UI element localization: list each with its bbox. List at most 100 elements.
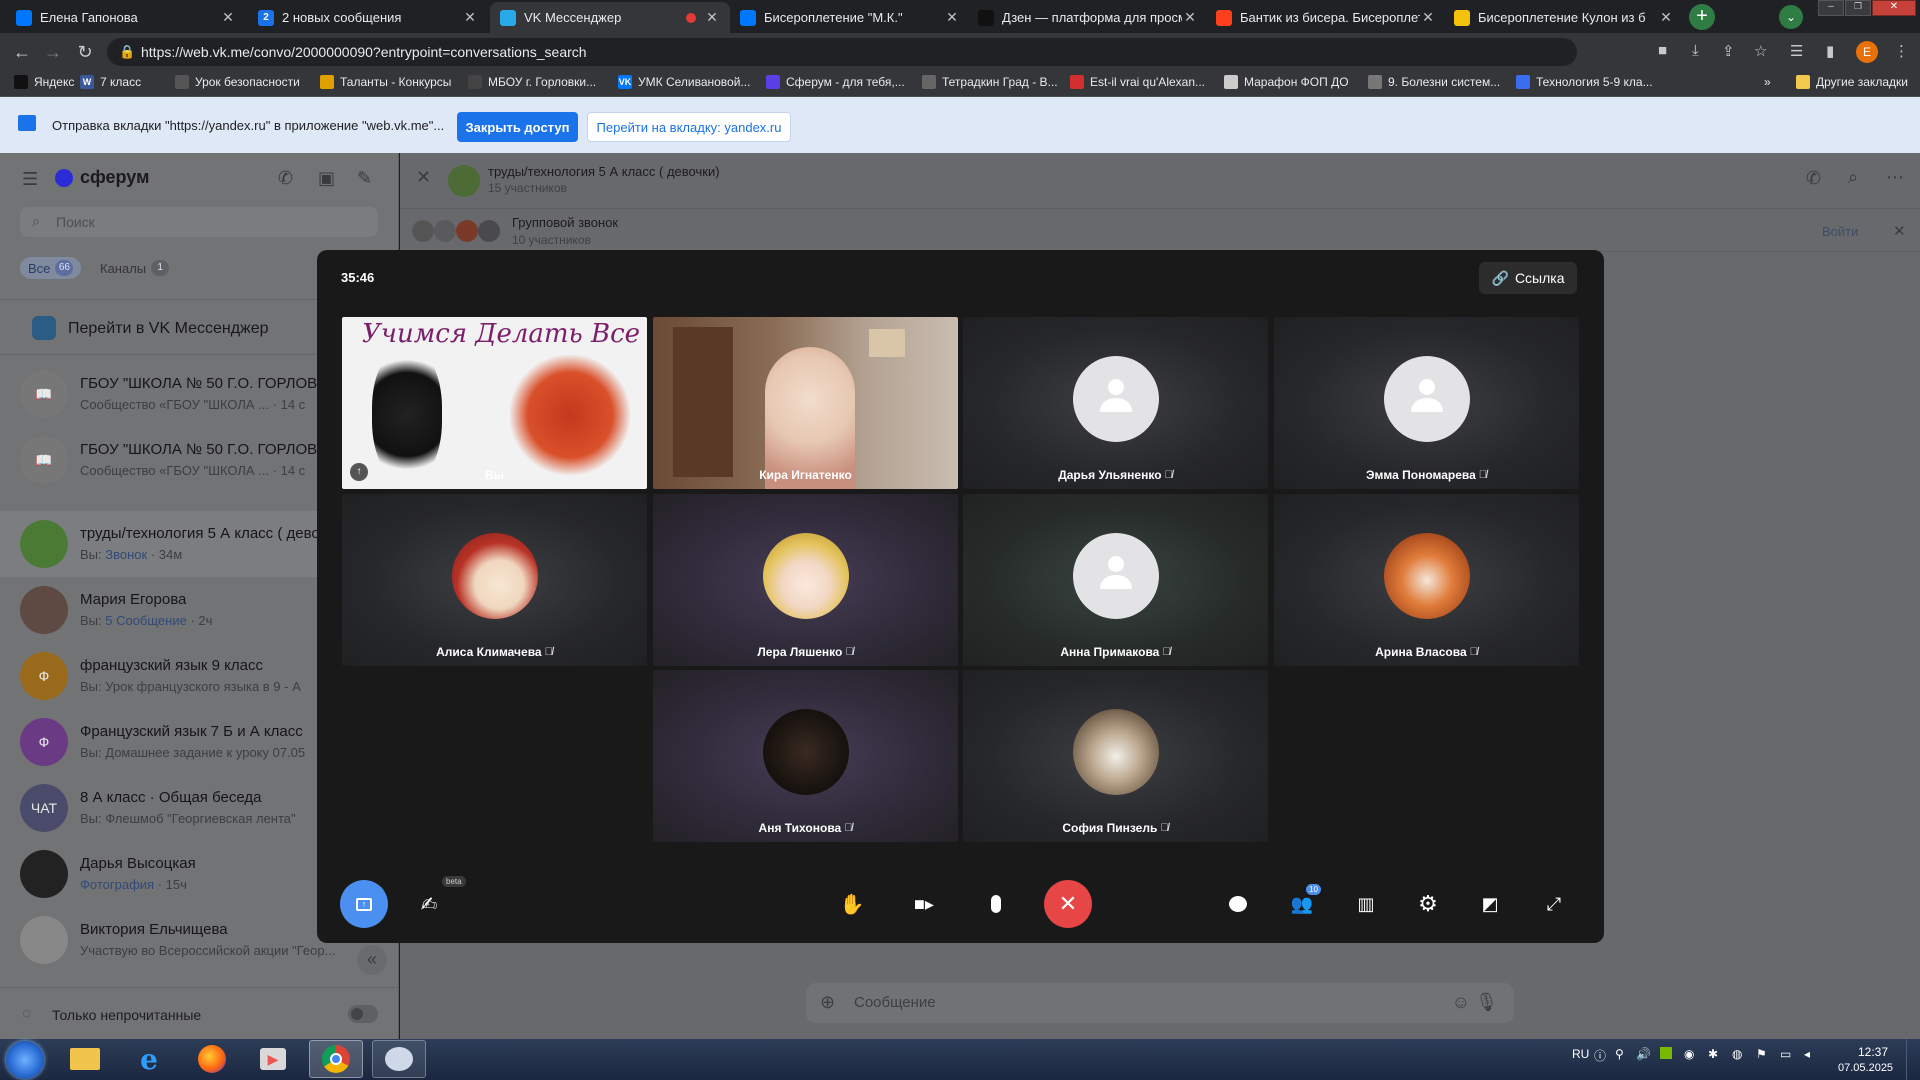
close-window-button[interactable]: ✕ <box>1872 0 1916 16</box>
install-icon[interactable]: ⤓ <box>1692 42 1699 59</box>
camera-toggle-button[interactable]: ■▸ <box>900 880 948 928</box>
new-tab-button[interactable]: + <box>1689 4 1715 30</box>
participant-tile[interactable]: Анна Примакова 🎙̸ <box>963 494 1268 666</box>
volume-tray-icon[interactable]: 🔊 <box>1636 1047 1651 1061</box>
show-desktop-button[interactable] <box>1906 1039 1920 1080</box>
participant-tile[interactable]: Эмма Пономарева 🎙̸ <box>1274 317 1579 489</box>
participant-tile[interactable]: Кира Игнатенко <box>653 317 958 489</box>
display-tray-icon[interactable]: ▭ <box>1780 1047 1791 1061</box>
participant-tile[interactable]: Аня Тихонова 🎙̸ <box>653 670 958 842</box>
settings-button[interactable]: ⚙ <box>1404 880 1452 928</box>
bookmark-star-icon[interactable]: ☆ <box>1754 42 1767 60</box>
profile-avatar[interactable]: E <box>1856 41 1878 63</box>
close-tab-icon[interactable]: ✕ <box>1420 9 1436 26</box>
clock-time[interactable]: 12:37 <box>1858 1045 1888 1059</box>
call-icon[interactable]: ✆ <box>278 168 293 189</box>
chrome-taskbar-icon[interactable] <box>309 1040 363 1078</box>
maximize-button[interactable]: ❐ <box>1845 0 1871 16</box>
bookmark-item[interactable]: 9. Болезни систем... <box>1368 75 1500 89</box>
minimize-call-button[interactable]: ◩ <box>1466 880 1514 928</box>
chat-button[interactable] <box>1214 880 1262 928</box>
participant-tile[interactable]: Дарья Ульяненко 🎙̸ <box>963 317 1268 489</box>
chrome-tray-icon[interactable]: ◉ <box>1684 1047 1694 1061</box>
join-call-button[interactable]: Войти <box>1822 224 1858 239</box>
collapse-sidebar-button[interactable]: « <box>357 945 387 975</box>
participant-tile[interactable]: Лера Ляшенко 🎙̸ <box>653 494 958 666</box>
reload-icon[interactable]: ↻ <box>75 42 95 63</box>
emoji-icon[interactable]: ☺ <box>1452 992 1470 1013</box>
minimize-button[interactable]: – <box>1818 0 1844 16</box>
browser-tab[interactable]: Бисероплетение "М.К." ✕ <box>730 2 970 33</box>
close-tab-icon[interactable]: ✕ <box>1658 9 1674 26</box>
voice-icon[interactable]: 🎙 <box>1475 992 1498 1013</box>
bookmark-item[interactable]: Таланты - Конкурсы <box>320 75 451 89</box>
address-bar[interactable]: 🔒 https://web.vk.me/convo/2000000090?ent… <box>107 38 1577 66</box>
unread-only-toggle[interactable] <box>348 1005 378 1023</box>
compose-icon[interactable]: ✎ <box>357 168 372 189</box>
bookmark-item[interactable]: Сферум - для тебя,... <box>766 75 905 89</box>
hamburger-icon[interactable]: ☰ <box>22 169 38 190</box>
explorer-taskbar-icon[interactable] <box>58 1040 112 1078</box>
back-icon[interactable]: ← <box>12 42 32 63</box>
message-input[interactable]: ⊕ Сообщение ☺ 🎙 <box>806 983 1514 1023</box>
bookmark-item[interactable]: Урок безопасности <box>175 75 300 89</box>
nvidia-tray-icon[interactable] <box>1660 1047 1672 1062</box>
bookmark-item[interactable]: Марафон ФОП ДО <box>1224 75 1349 89</box>
speaker-tray-icon[interactable]: ◂ <box>1804 1047 1810 1061</box>
close-tab-icon[interactable]: ✕ <box>462 9 478 26</box>
browser-tab[interactable]: 2 2 новых сообщения ✕ <box>248 2 488 33</box>
paint-taskbar-icon[interactable] <box>372 1040 426 1078</box>
tab-search-icon[interactable]: ⌄ <box>1779 5 1803 29</box>
bookmarks-overflow-icon[interactable]: » <box>1764 75 1771 89</box>
language-indicator[interactable]: RU <box>1572 1047 1589 1061</box>
whiteboard-button[interactable]: ✍ <box>405 880 453 928</box>
share-icon[interactable]: ⇪ <box>1722 42 1735 60</box>
close-tab-icon[interactable]: ✕ <box>220 9 236 26</box>
bookmark-item[interactable]: VK УМК Селивановой... <box>618 75 750 89</box>
layout-button[interactable]: ▥ <box>1342 880 1390 928</box>
attach-icon[interactable]: ⊕ <box>820 992 835 1013</box>
reading-list-icon[interactable]: ☰ <box>1790 42 1803 60</box>
network-tray-icon[interactable]: ⚲ <box>1615 1047 1624 1061</box>
call-link-button[interactable]: 🔗 Ссылка <box>1479 262 1577 294</box>
firefox-taskbar-icon[interactable] <box>185 1040 239 1078</box>
stop-sharing-button[interactable]: Закрыть доступ <box>457 112 578 142</box>
bookmark-item[interactable]: Технология 5-9 кла... <box>1516 75 1653 89</box>
media-player-taskbar-icon[interactable]: ▶ <box>246 1040 300 1078</box>
bookmark-item[interactable]: Яндекс <box>14 75 74 89</box>
participant-tile[interactable]: Алиса Климачева 🎙̸ <box>342 494 647 666</box>
start-button[interactable] <box>6 1041 44 1079</box>
share-screen-button[interactable]: ↑ <box>340 880 388 928</box>
participant-tile[interactable]: Учимся Делать Все ↑ Вы <box>342 317 647 489</box>
go-to-tab-button[interactable]: Перейти на вкладку: yandex.ru <box>587 112 791 142</box>
browser-tab[interactable]: VK Мессенджер ✕ <box>490 2 730 33</box>
participant-tile[interactable]: София Пинзель 🎙̸ <box>963 670 1268 842</box>
end-call-button[interactable]: ✕ <box>1044 880 1092 928</box>
chat-more-icon[interactable]: ⋯ <box>1886 167 1904 188</box>
app-tray-icon[interactable]: ✱ <box>1708 1047 1718 1061</box>
browser-tab[interactable]: Дзен — платформа для просмо ✕ <box>968 2 1208 33</box>
bookmark-item[interactable]: Est-il vrai qu'Alexan... <box>1070 75 1205 89</box>
archive-icon[interactable]: ▣ <box>318 168 335 189</box>
close-chat-icon[interactable]: ✕ <box>416 167 431 188</box>
fullscreen-button[interactable]: ⤢ <box>1530 880 1578 928</box>
browser-tab[interactable]: Бантик из бисера. Бисероплете ✕ <box>1206 2 1446 33</box>
search-input[interactable]: ⌕ Поиск <box>20 207 378 237</box>
raise-hand-button[interactable]: ✋ <box>828 880 876 928</box>
ie-taskbar-icon[interactable]: e <box>122 1040 176 1078</box>
close-tab-icon[interactable]: ✕ <box>944 9 960 26</box>
browser-tab[interactable]: Елена Гапонова ✕ <box>6 2 246 33</box>
microphone-button[interactable] <box>972 880 1020 928</box>
camera-icon[interactable]: ■ <box>1658 42 1667 59</box>
chat-search-icon[interactable]: ⌕ <box>1848 167 1858 188</box>
close-tab-icon[interactable]: ✕ <box>1182 9 1198 26</box>
filter-all[interactable]: Все 66 <box>20 257 82 279</box>
filter-channels[interactable]: Каналы 1 <box>92 257 177 279</box>
antivirus-tray-icon[interactable]: ◍ <box>1732 1047 1742 1061</box>
menu-icon[interactable]: ⋮ <box>1894 42 1909 60</box>
chat-call-icon[interactable]: ✆ <box>1806 168 1821 189</box>
other-bookmarks[interactable]: Другие закладки <box>1796 75 1908 89</box>
lock-icon[interactable]: 🔒 <box>119 44 135 60</box>
bookmark-item[interactable]: Тетрадкин Град - В... <box>922 75 1058 89</box>
bookmark-item[interactable]: W 7 класс <box>80 75 141 89</box>
